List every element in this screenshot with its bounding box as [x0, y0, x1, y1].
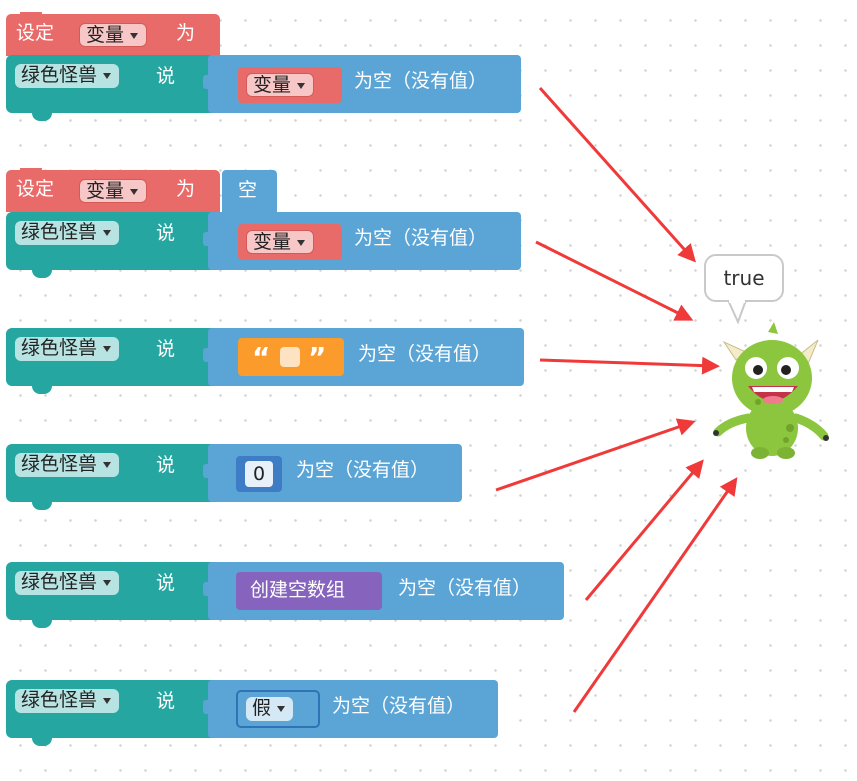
set-keyword: 设定 [16, 178, 55, 200]
block-notch [32, 269, 52, 278]
is-empty-block[interactable]: 假 为空（没有值） [203, 680, 498, 738]
variable-dropdown[interactable]: 变量 [246, 230, 315, 254]
arrow [572, 477, 738, 713]
sprite-dropdown[interactable]: 绿色怪兽 [15, 337, 120, 361]
set-variable-block-2[interactable]: 设定 变量 为 [6, 168, 220, 212]
block-notch [203, 232, 209, 246]
say-keyword: 说 [156, 454, 176, 476]
empty-literal-block[interactable]: 空 [222, 170, 277, 212]
is-empty-label: 为空（没有值） [332, 695, 466, 717]
text-input-field[interactable] [280, 347, 300, 367]
block-notch [203, 75, 209, 89]
block-notch [203, 582, 209, 596]
arrow [584, 459, 704, 601]
block-notch [203, 700, 209, 714]
say-keyword: 说 [156, 690, 176, 712]
boolean-dropdown[interactable]: 假 [246, 697, 294, 721]
variable-getter-block[interactable]: 变量 [238, 67, 342, 103]
create-empty-array-block[interactable]: 创建空数组 [236, 572, 382, 610]
is-empty-label: 为空（没有值） [398, 577, 532, 599]
variable-dropdown[interactable]: 变量 [79, 179, 148, 203]
say-keyword: 说 [156, 222, 176, 244]
sprite-dropdown[interactable]: 绿色怪兽 [15, 571, 120, 595]
to-keyword: 为 [176, 22, 196, 44]
arrow [495, 418, 696, 492]
is-empty-block[interactable]: 变量 为空（没有值） [203, 212, 521, 270]
say-block-6[interactable]: 绿色怪兽 说 假 为空（没有值） [6, 680, 498, 746]
block-notch [203, 464, 209, 478]
empty-literal-label: 空 [238, 179, 258, 201]
is-empty-label: 为空（没有值） [354, 70, 488, 92]
boolean-literal-block[interactable]: 假 [236, 690, 320, 728]
variable-dropdown[interactable]: 变量 [246, 73, 315, 97]
say-block-2[interactable]: 绿色怪兽 说 变量 为空（没有值） [6, 212, 521, 278]
block-notch [203, 348, 209, 362]
to-keyword: 为 [176, 178, 196, 200]
create-empty-array-label: 创建空数组 [250, 579, 346, 601]
set-variable-block-1[interactable]: 设定 变量 为 [6, 12, 220, 56]
speech-bubble: true [704, 254, 784, 302]
green-monster-sprite[interactable] [706, 320, 836, 465]
say-block-1[interactable]: 绿色怪兽 说 变量 为空（没有值） [6, 55, 521, 121]
say-keyword: 说 [156, 338, 176, 360]
block-notch [32, 501, 52, 510]
arrow [535, 240, 694, 321]
is-empty-block[interactable]: 0 为空（没有值） [203, 444, 462, 502]
open-quote: “ [252, 341, 271, 374]
say-keyword: 说 [156, 572, 176, 594]
variable-dropdown[interactable]: 变量 [79, 23, 148, 47]
say-block-4[interactable]: 绿色怪兽 说 0 为空（没有值） [6, 444, 462, 510]
block-tab [20, 12, 42, 18]
is-empty-block[interactable]: 变量 为空（没有值） [203, 55, 521, 113]
block-notch [32, 385, 52, 394]
say-block-5[interactable]: 绿色怪兽 说 创建空数组 为空（没有值） [6, 562, 564, 628]
close-quote: ” [308, 341, 327, 374]
text-literal-block[interactable]: “ ” [238, 338, 344, 376]
is-empty-block[interactable]: 创建空数组 为空（没有值） [203, 562, 564, 620]
number-literal-block[interactable]: 0 [236, 456, 282, 492]
sprite-dropdown[interactable]: 绿色怪兽 [15, 689, 120, 713]
sprite-dropdown[interactable]: 绿色怪兽 [15, 221, 120, 245]
say-keyword: 说 [156, 65, 176, 87]
block-notch [32, 737, 52, 746]
number-field[interactable]: 0 [245, 461, 273, 487]
say-block-3[interactable]: 绿色怪兽 说 “ ” 为空（没有值） [6, 328, 524, 394]
arrow [538, 87, 696, 263]
arrow [539, 356, 720, 375]
is-empty-label: 为空（没有值） [296, 459, 430, 481]
is-empty-label: 为空（没有值） [358, 343, 492, 365]
sprite-dropdown[interactable]: 绿色怪兽 [15, 64, 120, 88]
is-empty-label: 为空（没有值） [354, 227, 488, 249]
block-notch [32, 112, 52, 121]
set-keyword: 设定 [16, 22, 55, 44]
block-notch [32, 619, 52, 628]
is-empty-block[interactable]: “ ” 为空（没有值） [203, 328, 524, 386]
variable-getter-block[interactable]: 变量 [238, 224, 342, 260]
sprite-dropdown[interactable]: 绿色怪兽 [15, 453, 120, 477]
block-tab [20, 168, 42, 174]
